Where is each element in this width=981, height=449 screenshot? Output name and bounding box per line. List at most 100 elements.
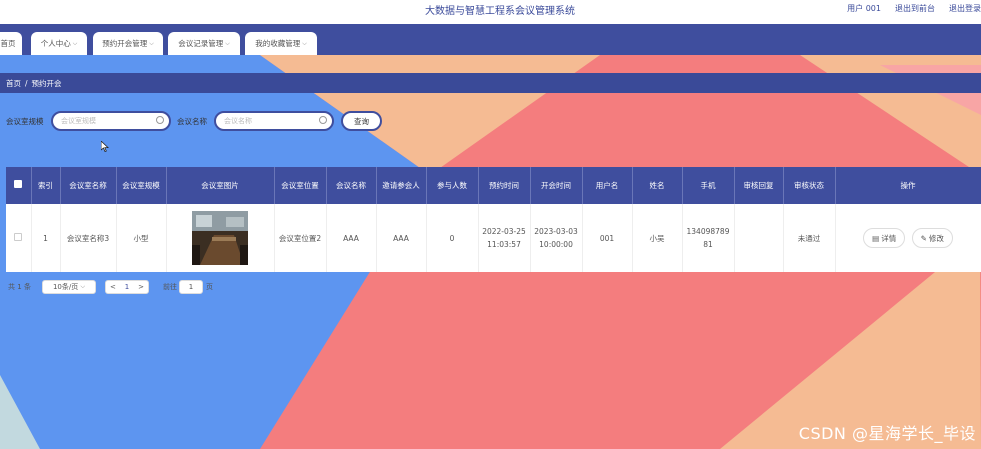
top-header: 大数据与智慧工程系会议管理系统 用户 001 退出到前台 退出登录 bbox=[0, 0, 981, 24]
chevron-down-icon: ⌵ bbox=[225, 39, 230, 47]
cell-meeting-name: AAA bbox=[326, 204, 377, 272]
meeting-room-photo bbox=[192, 211, 248, 265]
user-label: 用户 bbox=[847, 4, 864, 13]
cell-review-status: 未通过 bbox=[783, 204, 836, 272]
user-name: 001 bbox=[865, 4, 881, 13]
cell-index: 1 bbox=[31, 204, 61, 272]
logout-link[interactable]: 退出登录 bbox=[949, 3, 981, 14]
total-suffix: 条 bbox=[23, 283, 31, 291]
edit-button-label: 修改 bbox=[928, 233, 944, 243]
cell-room-location: 会议室位置2 bbox=[274, 204, 327, 272]
cell-username: 001 bbox=[582, 204, 633, 272]
page-size-select[interactable]: 10条/页 ⌵ bbox=[42, 280, 96, 294]
nav-item-booking-management-label: 预约开会管理 bbox=[102, 39, 148, 48]
cell-phone: 13409878981 bbox=[682, 204, 735, 272]
booking-table: 索引 会议室名称 会议室规模 会议室图片 会议室位置 会议名称 邀请参会人 参与… bbox=[6, 167, 981, 272]
column-header: 会议室名称 bbox=[60, 167, 117, 204]
cell-participants: 0 bbox=[426, 204, 479, 272]
column-header: 邀请参会人 bbox=[376, 167, 427, 204]
room-size-placeholder: 会议室规模 bbox=[61, 117, 96, 125]
row-checkbox[interactable] bbox=[14, 232, 23, 241]
total-prefix: 共 bbox=[8, 283, 15, 291]
chevron-down-icon: ⌵ bbox=[149, 39, 154, 47]
search-icon bbox=[156, 116, 164, 124]
total-count: 共 1 条 bbox=[8, 282, 31, 292]
detail-button-label: 详情 bbox=[881, 233, 897, 243]
cell-invitees: AAA bbox=[376, 204, 427, 272]
nav-item-favorites-management[interactable]: 我的收藏管理 ⌵ bbox=[245, 32, 317, 55]
pagination: 共 1 条 10条/页 ⌵ < 1 > 前往 1 页 bbox=[8, 280, 218, 294]
edit-button[interactable]: ✎ 修改 bbox=[911, 228, 953, 248]
total-value: 1 bbox=[17, 283, 22, 291]
edit-icon: ✎ bbox=[920, 233, 927, 243]
page-nav: < 1 > bbox=[105, 280, 149, 294]
document-icon: ▤ bbox=[872, 233, 880, 243]
nav-item-personal-center[interactable]: 个人中心 ⌵ bbox=[31, 32, 87, 55]
select-all-header[interactable] bbox=[6, 167, 32, 204]
user-info: 用户 001 bbox=[847, 3, 881, 14]
column-header: 审核状态 bbox=[783, 167, 836, 204]
breadcrumb-home[interactable]: 首页 bbox=[6, 78, 21, 89]
column-header: 姓名 bbox=[632, 167, 683, 204]
column-header: 参与人数 bbox=[426, 167, 479, 204]
search-icon bbox=[319, 116, 327, 124]
nav-item-favorites-management-label: 我的收藏管理 bbox=[255, 39, 301, 48]
cell-meeting-time: 2023-03-03 10:00:00 bbox=[530, 204, 583, 272]
room-size-input[interactable]: 会议室规模 bbox=[51, 111, 171, 131]
breadcrumb: 首页 / 预约开会 bbox=[0, 73, 981, 93]
prev-page-button[interactable]: < bbox=[110, 283, 116, 291]
meeting-name-input[interactable]: 会议名称 bbox=[214, 111, 334, 131]
chevron-down-icon: ⌵ bbox=[80, 283, 86, 290]
column-header: 会议室规模 bbox=[116, 167, 167, 204]
nav-item-personal-center-label: 个人中心 bbox=[40, 39, 71, 48]
cell-name: 小吴 bbox=[632, 204, 683, 272]
meeting-name-label: 会议名称 bbox=[177, 117, 207, 126]
column-header: 开会时间 bbox=[530, 167, 583, 204]
header-links: 用户 001 退出到前台 退出登录 bbox=[847, 3, 981, 14]
column-header: 审核回复 bbox=[734, 167, 784, 204]
breadcrumb-current: 预约开会 bbox=[31, 78, 62, 88]
search-bar: 会议室规模 会议室规模 会议名称 会议名称 查询 bbox=[0, 111, 400, 131]
cell-review-reply bbox=[734, 204, 784, 272]
goto-page-input[interactable]: 1 bbox=[179, 280, 203, 294]
chevron-down-icon: ⌵ bbox=[302, 39, 307, 47]
column-header: 预约时间 bbox=[478, 167, 531, 204]
back-to-front-link[interactable]: 退出到前台 bbox=[895, 3, 935, 14]
nav-item-records-management-label: 会议记录管理 bbox=[178, 39, 224, 48]
cell-room-name: 会议室名称3 bbox=[60, 204, 117, 272]
table-header-row: 索引 会议室名称 会议室规模 会议室图片 会议室位置 会议名称 邀请参会人 参与… bbox=[6, 167, 981, 204]
goto-prefix: 前往 bbox=[163, 283, 177, 291]
select-all-checkbox[interactable] bbox=[14, 180, 23, 188]
current-page[interactable]: 1 bbox=[125, 283, 129, 291]
goto-suffix: 页 bbox=[206, 283, 213, 291]
column-header: 会议室图片 bbox=[166, 167, 275, 204]
nav-item-booking-management[interactable]: 预约开会管理 ⌵ bbox=[93, 32, 163, 55]
cell-booking-time: 2022-03-25 11:03:57 bbox=[478, 204, 531, 272]
system-title: 大数据与智慧工程系会议管理系统 bbox=[425, 6, 575, 17]
detail-button[interactable]: ▤ 详情 bbox=[863, 228, 906, 248]
nav-item-records-management[interactable]: 会议记录管理 ⌵ bbox=[168, 32, 240, 55]
next-page-button[interactable]: > bbox=[138, 283, 144, 291]
watermark: CSDN @星海学长_毕设 bbox=[798, 424, 976, 443]
column-header: 操作 bbox=[835, 167, 981, 204]
column-header: 索引 bbox=[31, 167, 61, 204]
cell-room-size: 小型 bbox=[116, 204, 167, 272]
goto-page-value: 1 bbox=[188, 283, 194, 291]
column-header: 手机 bbox=[682, 167, 735, 204]
column-header: 用户名 bbox=[582, 167, 633, 204]
query-button[interactable]: 查询 bbox=[341, 111, 382, 131]
column-header: 会议名称 bbox=[326, 167, 377, 204]
mouse-cursor-icon bbox=[101, 141, 109, 152]
room-size-label: 会议室规模 bbox=[6, 117, 44, 126]
chevron-down-icon: ⌵ bbox=[72, 39, 78, 47]
table-row: 1 会议室名称3 小型 会议室位置2 AAA AAA 0 2022-03-25 … bbox=[6, 204, 981, 272]
meeting-name-placeholder: 会议名称 bbox=[224, 117, 252, 125]
cell-room-image bbox=[166, 204, 275, 272]
main-nav: 首页 个人中心 ⌵ 预约开会管理 ⌵ 会议记录管理 ⌵ 我的收藏管理 ⌵ bbox=[0, 24, 981, 55]
breadcrumb-separator: / bbox=[25, 78, 28, 88]
cell-actions: ▤ 详情 ✎ 修改 bbox=[835, 204, 981, 272]
row-select-cell[interactable] bbox=[6, 204, 32, 272]
nav-item-home[interactable]: 首页 bbox=[0, 32, 22, 55]
column-header: 会议室位置 bbox=[274, 167, 327, 204]
nav-item-home-label: 首页 bbox=[0, 39, 16, 48]
